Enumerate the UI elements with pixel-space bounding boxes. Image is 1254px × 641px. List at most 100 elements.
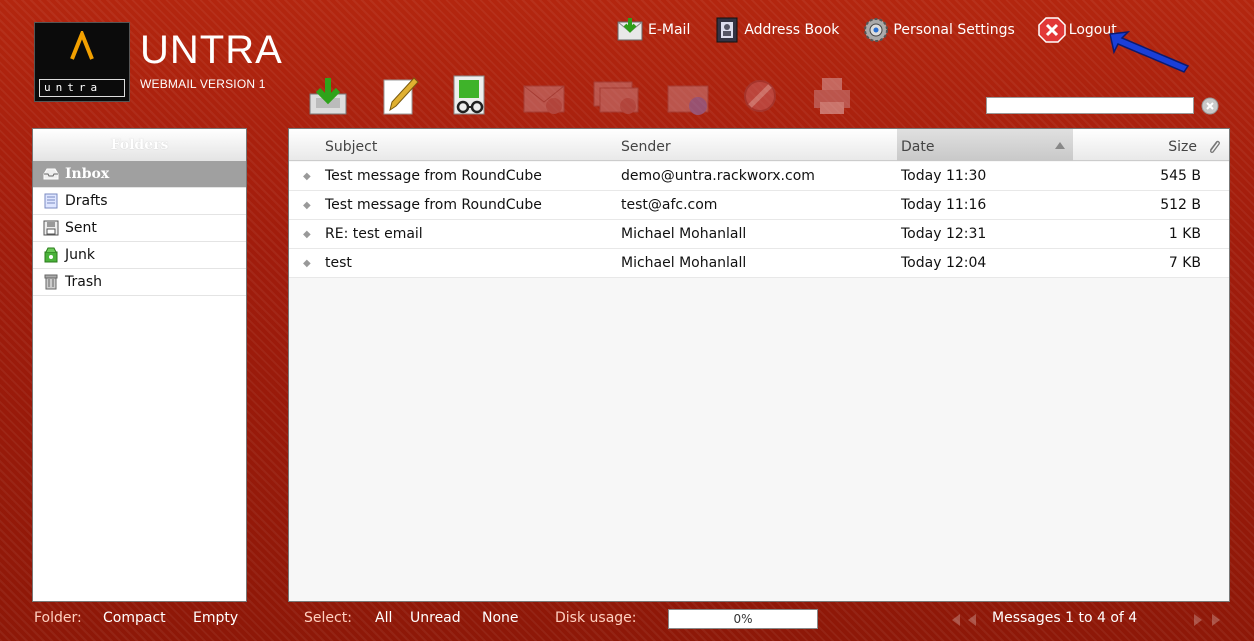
nav-address-book-label: Address Book — [744, 22, 840, 38]
search-reset-icon[interactable] — [1201, 97, 1219, 115]
folder-pane: Folders Inbox Drafts Sent Junk Trash — [32, 128, 247, 602]
junk-icon — [44, 247, 58, 263]
nav-logout[interactable]: Logout — [1037, 14, 1117, 46]
disk-usage-label: Disk usage: — [555, 610, 637, 626]
first-page-icon[interactable] — [952, 614, 960, 626]
attachment-paperclip-icon[interactable] — [1207, 139, 1221, 155]
message-row[interactable]: ◆ RE: test email Michael Mohanlall Today… — [289, 220, 1229, 249]
folder-item-junk[interactable]: Junk — [33, 242, 246, 269]
annotation-arrow-icon — [1109, 31, 1190, 73]
message-subject: Test message from RoundCube — [325, 197, 542, 213]
message-size: 7 KB — [1168, 255, 1201, 271]
folder-label-inbox: Inbox — [65, 166, 110, 182]
select-unread-link[interactable]: Unread — [410, 610, 461, 626]
unread-dot-icon: ◆ — [303, 171, 311, 182]
select-none-link[interactable]: None — [482, 610, 519, 626]
select-label: Select: — [304, 610, 352, 626]
folder-item-drafts[interactable]: Drafts — [33, 188, 246, 215]
reply-icon — [523, 85, 565, 114]
nav-personal-settings-label: Personal Settings — [893, 22, 1015, 38]
empty-folder-link[interactable]: Empty — [193, 610, 238, 626]
contact-glasses-icon — [453, 75, 485, 115]
folder-label-sent: Sent — [65, 220, 97, 236]
disk-usage-meter: 0% — [668, 609, 818, 629]
compact-folder-link[interactable]: Compact — [103, 610, 166, 626]
unread-dot-icon: ◆ — [303, 200, 311, 211]
folder-item-sent[interactable]: Sent — [33, 215, 246, 242]
column-size[interactable]: Size — [1139, 129, 1199, 161]
message-subject: Test message from RoundCube — [325, 168, 542, 184]
footer-bar: Folder: Compact Empty Select: All Unread… — [0, 606, 1254, 636]
message-date: Today 12:31 — [901, 226, 987, 242]
message-sender: Michael Mohanlall — [621, 255, 747, 271]
column-sender[interactable]: Sender — [621, 129, 891, 161]
column-date[interactable]: Date — [897, 129, 1073, 161]
check-mail-button[interactable] — [304, 70, 352, 120]
search-input[interactable] — [986, 97, 1194, 114]
pencil-icon — [383, 77, 419, 115]
address-lookup-button[interactable] — [448, 70, 496, 120]
folders-header: Folders — [33, 129, 246, 161]
mail-toolbar — [304, 70, 880, 120]
folder-label-junk: Junk — [65, 247, 95, 263]
next-page-icon[interactable] — [1194, 614, 1202, 626]
reply-all-button[interactable] — [592, 70, 640, 120]
drafts-icon — [44, 193, 58, 209]
reply-button[interactable] — [520, 70, 568, 120]
settings-gear-icon — [864, 18, 889, 42]
top-navigation: E-Mail Address Book Personal Settings Lo… — [616, 14, 1139, 46]
app-logo: untra UNTRA WEBMAIL VERSION 1 — [34, 22, 282, 102]
mail-download-icon — [617, 18, 643, 41]
last-page-icon[interactable] — [1212, 614, 1220, 626]
message-sender: test@afc.com — [621, 197, 718, 213]
message-date: Today 11:30 — [901, 168, 987, 184]
unread-dot-icon: ◆ — [303, 258, 311, 269]
nav-email[interactable]: E-Mail — [616, 14, 690, 46]
folder-label-drafts: Drafts — [65, 193, 108, 209]
reply-all-icon — [593, 81, 639, 114]
logo-small-text: untra — [39, 79, 125, 97]
select-all-link[interactable]: All — [375, 610, 392, 626]
logo-mark: untra — [34, 22, 130, 102]
message-row[interactable]: ◆ Test message from RoundCube test@afc.c… — [289, 191, 1229, 220]
message-subject: RE: test email — [325, 226, 423, 242]
message-subject: test — [325, 255, 352, 271]
message-row[interactable]: ◆ Test message from RoundCube demo@untra… — [289, 162, 1229, 191]
compose-button[interactable] — [376, 70, 424, 120]
forward-icon — [667, 85, 709, 115]
logo-subtitle: WEBMAIL VERSION 1 — [140, 77, 266, 91]
logout-x-icon — [1038, 17, 1066, 43]
logo-title: UNTRA — [140, 28, 283, 72]
nav-personal-settings[interactable]: Personal Settings — [861, 14, 1015, 46]
address-book-icon — [716, 17, 738, 43]
folder-item-trash[interactable]: Trash — [33, 269, 246, 296]
delete-button[interactable] — [736, 70, 784, 120]
folder-actions-label: Folder: — [34, 610, 82, 626]
printer-icon — [814, 78, 850, 114]
inbox-download-icon — [309, 78, 347, 115]
previous-page-icon[interactable] — [968, 614, 976, 626]
column-date-label: Date — [901, 139, 935, 155]
pager-status: Messages 1 to 4 of 4 — [992, 610, 1138, 626]
nav-address-book[interactable]: Address Book — [712, 14, 839, 46]
column-subject[interactable]: Subject — [325, 129, 615, 161]
unread-dot-icon: ◆ — [303, 229, 311, 240]
folder-label-trash: Trash — [65, 274, 102, 290]
message-list-header: Subject Sender Date Size — [289, 129, 1229, 161]
sort-ascending-icon — [1055, 142, 1065, 149]
message-rows: ◆ Test message from RoundCube demo@untra… — [289, 162, 1229, 278]
message-sender: demo@untra.rackworx.com — [621, 168, 815, 184]
forward-button[interactable] — [664, 70, 712, 120]
print-button[interactable] — [808, 70, 856, 120]
message-size: 545 B — [1160, 168, 1201, 184]
message-list: Subject Sender Date Size ◆ Test message … — [288, 128, 1230, 602]
message-size: 512 B — [1160, 197, 1201, 213]
folder-item-inbox[interactable]: Inbox — [33, 161, 246, 188]
nav-email-label: E-Mail — [648, 22, 691, 38]
message-row[interactable]: ◆ test Michael Mohanlall Today 12:04 7 K… — [289, 249, 1229, 278]
message-date: Today 11:16 — [901, 197, 987, 213]
no-entry-icon — [744, 80, 776, 112]
message-date: Today 12:04 — [901, 255, 987, 271]
message-sender: Michael Mohanlall — [621, 226, 747, 242]
message-size: 1 KB — [1168, 226, 1201, 242]
